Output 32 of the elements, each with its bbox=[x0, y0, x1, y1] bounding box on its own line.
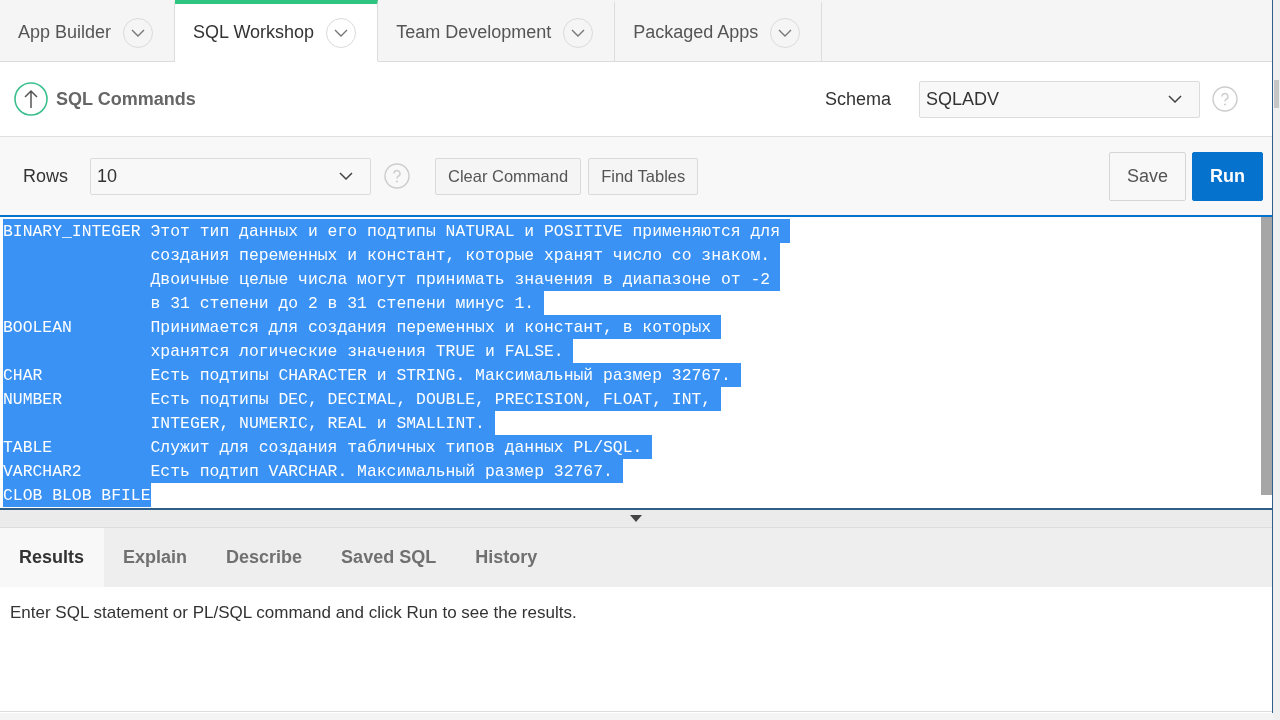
help-icon[interactable] bbox=[384, 163, 410, 189]
rows-select[interactable]: 10 bbox=[90, 157, 371, 195]
page-title: SQL Commands bbox=[56, 88, 196, 110]
schema-label: Schema bbox=[824, 88, 891, 110]
result-tab[interactable]: Saved SQL bbox=[322, 528, 457, 587]
result-tab[interactable]: Describe bbox=[207, 528, 323, 587]
triangle-down-icon[interactable] bbox=[630, 515, 642, 522]
arrow-up-circle-icon[interactable] bbox=[14, 82, 48, 116]
scrollbar-thumb[interactable] bbox=[1261, 217, 1272, 495]
chevron-down-icon bbox=[334, 28, 349, 37]
rows-label: Rows bbox=[23, 165, 68, 187]
chevron-down-icon bbox=[778, 28, 793, 37]
result-tab[interactable]: Results bbox=[0, 528, 105, 587]
save-button[interactable]: Save bbox=[1108, 151, 1186, 201]
code-editor[interactable] bbox=[0, 215, 1272, 510]
schema-select[interactable]: SQLADV bbox=[919, 80, 1200, 118]
run-button[interactable]: Run bbox=[1192, 151, 1263, 201]
chevron-down-icon bbox=[339, 172, 353, 180]
nav-tab[interactable]: SQL Workshop bbox=[175, 0, 379, 62]
chevron-down-icon bbox=[1168, 95, 1182, 103]
result-tab[interactable]: History bbox=[456, 528, 558, 587]
nav-tab[interactable]: App Builder bbox=[0, 0, 176, 62]
result-tab[interactable]: Explain bbox=[104, 528, 208, 587]
nav-tab[interactable]: Team Development bbox=[378, 0, 616, 62]
toolbar-button[interactable]: Find Tables bbox=[588, 157, 699, 195]
results-message: Enter SQL statement or PL/SQL command and click Run to see the results. bbox=[10, 603, 577, 622]
help-icon[interactable] bbox=[1212, 86, 1238, 112]
chevron-down-icon bbox=[571, 28, 586, 37]
toolbar-button[interactable]: Clear Command bbox=[435, 157, 582, 195]
chevron-down-icon bbox=[131, 28, 146, 37]
scrollbar-thumb[interactable] bbox=[1274, 80, 1279, 108]
nav-tab[interactable]: Packaged Apps bbox=[615, 0, 823, 62]
